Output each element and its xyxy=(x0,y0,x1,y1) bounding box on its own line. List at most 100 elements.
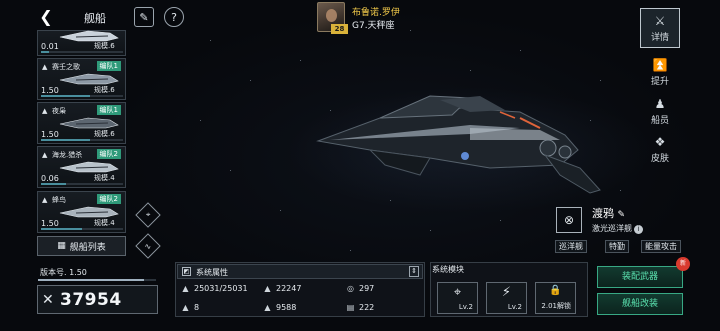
attributes-header[interactable]: ◩ 系统属性 ⇕ xyxy=(177,264,423,279)
help-icon: ? xyxy=(171,10,177,24)
stat-value: 297 xyxy=(359,284,375,293)
stat-value: 9588 xyxy=(276,303,297,312)
tab-crew-label: 船员 xyxy=(650,116,669,126)
feather-icon: ✎ xyxy=(139,10,149,24)
ship-progress-bar xyxy=(41,183,123,185)
ship-list-item[interactable]: ▲ 赛壬之歌 编队1 1.50 规模.6 xyxy=(37,58,126,100)
ship-scale: 规模.6 xyxy=(94,130,115,138)
tab-crew[interactable]: ♟ 船员 xyxy=(640,92,680,132)
ship-cost: 0.06 xyxy=(41,174,59,183)
shield-icon: ◎ xyxy=(347,284,354,293)
module-unlock-label: 2.01解锁 xyxy=(541,302,571,310)
attributes-title: 系统属性 xyxy=(196,268,228,277)
expand-icon[interactable]: ⇕ xyxy=(409,266,419,277)
ship-lock-icon: ▲ xyxy=(42,63,48,71)
back-button[interactable]: ❮ xyxy=(36,8,56,26)
ship-lock-icon: ▲ xyxy=(42,196,48,204)
ship-class-badge: ⊗ xyxy=(556,207,582,233)
armor-icon: ▲ xyxy=(264,284,271,293)
ship-list-button-label: 舰船列表 xyxy=(69,242,106,253)
lock-icon: 🔒 xyxy=(549,285,562,296)
stat-speed: ▲ 8 xyxy=(180,303,199,312)
upgrade-icon: ⏫ xyxy=(652,58,668,72)
ship-cost: 1.50 xyxy=(41,130,59,139)
version-progress xyxy=(38,279,156,281)
module-level: Lv.2 xyxy=(458,303,473,311)
ship-scale: 规模.4 xyxy=(94,174,115,182)
ship-cost: 1.50 xyxy=(41,219,59,228)
tab-details-label: 详情 xyxy=(650,33,669,43)
ship-lock-icon: ▲ xyxy=(42,107,48,115)
equip-weapons-button[interactable]: 装配武器 xyxy=(597,266,683,288)
ship-progress-bar xyxy=(41,139,123,141)
ship-cost: 0.01 xyxy=(41,42,59,51)
ship-progress-bar xyxy=(41,51,123,53)
ship-progress-bar xyxy=(41,95,123,97)
ship-type: 激光巡洋舰 i xyxy=(592,223,643,234)
module-slot[interactable]: ⌖ Lv.2 xyxy=(437,282,478,314)
ship-progress-bar xyxy=(41,228,123,230)
ship-list-item[interactable]: 0.01 规模.6 xyxy=(37,30,126,56)
ship-name-text: 渡鸦 xyxy=(592,207,614,220)
tab-skin-label: 皮肤 xyxy=(650,154,669,164)
grid-icon: ▦ xyxy=(57,241,66,251)
cargo-icon: ▲ xyxy=(264,303,271,312)
targeting-module-icon: ⌖ xyxy=(453,285,462,300)
combat-power-value: 37954 xyxy=(60,290,122,310)
help-button[interactable]: ? xyxy=(164,7,184,27)
ship-name[interactable]: 渡鸦 ✎ xyxy=(592,205,625,221)
ship-scale: 规模.6 xyxy=(94,42,115,50)
modules-title: 系统模块 xyxy=(432,265,464,274)
captain-ship-slot: G7.天秤座 xyxy=(352,21,395,31)
storage-icon: ▤ xyxy=(346,303,355,312)
ship-scale: 规模.6 xyxy=(94,86,115,94)
ship-list-item[interactable]: ▲ 夜枭 编队1 1.50 规模.6 xyxy=(37,102,126,144)
captain-level-badge: 28 xyxy=(331,24,348,34)
feather-button[interactable]: ✎ xyxy=(134,7,154,27)
module-slot[interactable]: ⚡ Lv.2 xyxy=(486,282,527,314)
stat-value: 22247 xyxy=(276,284,302,293)
stat-value: 25031/25031 xyxy=(194,284,248,293)
ship-lock-icon: ▲ xyxy=(42,151,48,159)
tab-skin[interactable]: ❖ 皮肤 xyxy=(640,130,680,170)
ship-list-button[interactable]: ▦ 舰船列表 xyxy=(37,236,126,256)
ship-refit-button[interactable]: 舰船改装 xyxy=(597,293,683,315)
crew-icon: ♟ xyxy=(654,97,666,111)
wave-icon: ∿ xyxy=(144,241,152,251)
page-title: 舰船 xyxy=(84,12,106,25)
power-module-icon: ⚡ xyxy=(501,285,512,300)
stat-hull: ▲ 25031/25031 xyxy=(180,284,248,293)
skin-icon: ❖ xyxy=(654,135,666,149)
stat-value: 222 xyxy=(359,303,375,312)
stat-shield: ◎ 297 xyxy=(345,284,374,293)
module-level: Lv.2 xyxy=(507,303,522,311)
combat-power: ✕ 37954 xyxy=(37,285,158,314)
tab-details[interactable]: ⚔ 详情 xyxy=(640,8,680,48)
stat-storage: ▤ 222 xyxy=(345,303,375,312)
trait-tag: 巡洋舰 xyxy=(555,240,587,253)
tab-upgrade-label: 提升 xyxy=(650,77,669,87)
captain-name: 布鲁诺.罗伊 xyxy=(352,8,400,18)
back-chevron-icon: ❮ xyxy=(39,7,53,26)
module-slot-locked[interactable]: 🔒 2.01解锁 xyxy=(535,282,576,314)
tab-upgrade[interactable]: ⏫ 提升 xyxy=(640,53,680,93)
edit-icon[interactable]: ✎ xyxy=(618,210,626,220)
stat-armor: ▲ 22247 xyxy=(262,284,301,293)
ship-cost: 1.50 xyxy=(41,86,59,95)
ship-scale: 规模.4 xyxy=(94,219,115,227)
stat-value: 8 xyxy=(194,303,200,312)
formation-icon: ⌖ xyxy=(145,209,151,219)
stat-cargo: ▲ 9588 xyxy=(262,303,296,312)
version-label: 版本号. 1.50 xyxy=(40,268,87,277)
speed-icon: ▲ xyxy=(182,303,189,312)
info-icon[interactable]: i xyxy=(634,225,643,234)
crosshair-icon: ⊗ xyxy=(563,213,575,227)
attributes-icon: ◩ xyxy=(182,267,191,276)
trait-tag: 特勤 xyxy=(605,240,629,253)
ship-list-item[interactable]: ▲ 蜂鸟 编队2 1.50 规模.4 xyxy=(37,191,126,233)
ship-type-text: 激光巡洋舰 xyxy=(592,224,632,233)
trait-tag: 能量攻击 xyxy=(641,240,681,253)
new-badge: 新 xyxy=(676,257,690,271)
ship-list-item[interactable]: ▲ 海龙.猎杀 编队2 0.06 规模.4 xyxy=(37,146,126,188)
crossed-swords-icon: ✕ xyxy=(42,292,54,308)
